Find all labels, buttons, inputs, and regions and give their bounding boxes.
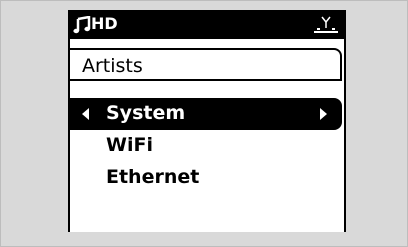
- menu-item-label: Ethernet: [106, 166, 200, 188]
- menu-item-label: WiFi: [106, 134, 153, 156]
- menu-item-ethernet[interactable]: Ethernet: [70, 162, 342, 194]
- menu-item-wifi[interactable]: WiFi: [70, 130, 342, 162]
- source-label: HD: [91, 14, 118, 33]
- screen-title: Artists: [82, 55, 143, 77]
- lcd-screen: HD Artists System WiFi Ethernet: [68, 10, 346, 232]
- right-arrow-icon[interactable]: [320, 108, 327, 120]
- menu-item-system[interactable]: System: [70, 98, 342, 130]
- status-bar: HD: [68, 10, 346, 39]
- left-arrow-icon[interactable]: [82, 108, 89, 120]
- screen-title-box: Artists: [70, 48, 342, 81]
- antenna-signal-icon: [314, 16, 338, 33]
- menu-list: System WiFi Ethernet: [70, 98, 342, 194]
- menu-item-label: System: [106, 102, 186, 124]
- device-frame: HD Artists System WiFi Ethernet: [0, 0, 408, 247]
- music-note-icon: [73, 16, 91, 34]
